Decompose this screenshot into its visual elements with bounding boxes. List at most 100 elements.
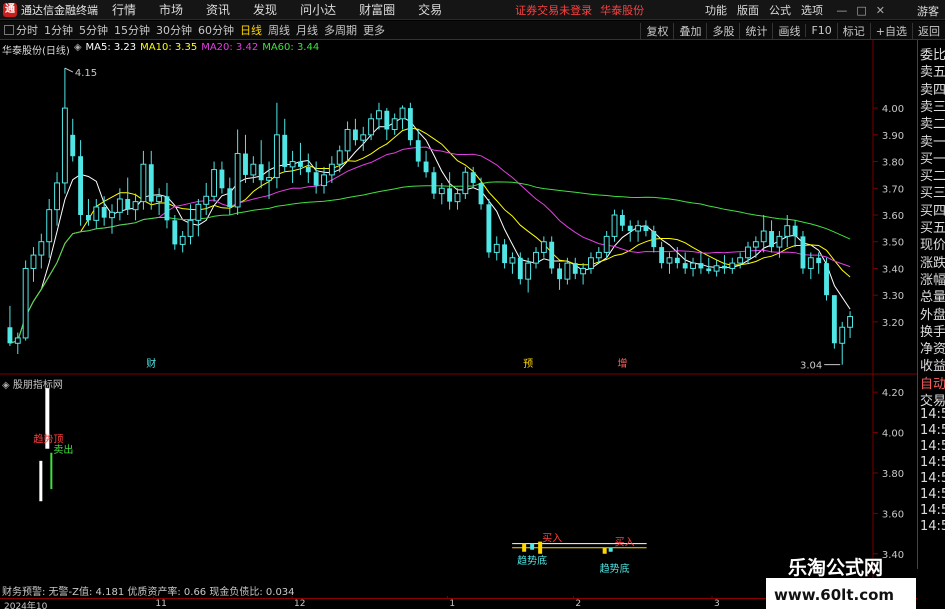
side-panel-label[interactable]: 总量	[920, 286, 945, 305]
side-panel-label[interactable]: 14:56	[920, 519, 945, 534]
side-panel-label[interactable]: 买三	[920, 182, 945, 201]
period-tab-60min[interactable]: 60分钟	[198, 22, 234, 38]
side-panel-label[interactable]: 现价	[920, 234, 945, 253]
period-tab-timeshare[interactable]: 分时	[16, 22, 38, 38]
tool-overlay[interactable]: 叠加	[673, 22, 706, 39]
side-panel-label[interactable]: 卖三	[920, 96, 945, 115]
minimize-icon[interactable]: —	[836, 4, 847, 17]
quote-side-panel: 委比 卖五 卖四 卖三 卖二 卖一 买一 买二 买三 买四 买五 现价 涨跌 涨幅 总量 外盘 换手 净资 收益 自动…	[917, 40, 945, 569]
panel-toggle-icon[interactable]	[4, 25, 14, 35]
period-tab-multi[interactable]: 多周期	[324, 22, 357, 38]
side-panel-label[interactable]: 14:56	[920, 487, 945, 502]
side-panel-label[interactable]: 买五	[920, 217, 945, 236]
close-icon[interactable]: ✕	[876, 4, 885, 17]
indicator-signal-label: 买入	[615, 537, 635, 549]
indicator-tick-label: 4.00	[882, 429, 904, 440]
candle-body	[298, 161, 303, 167]
side-panel-label[interactable]: 14:56	[920, 439, 945, 454]
side-panel-label[interactable]: 买二	[920, 165, 945, 184]
price-tick-label: 3.90	[882, 131, 904, 142]
ma-settings-icon[interactable]: ◈	[74, 42, 82, 57]
menu-item-ask[interactable]: 问小达	[300, 1, 336, 18]
side-panel-label[interactable]: 净资	[920, 338, 945, 357]
indicator-bar	[522, 543, 527, 552]
chart-canvas[interactable]: 4.00 3.90 3.80 3.70 3.60 3.50 3.40 3.30 3.20 4.20…	[0, 40, 917, 598]
side-panel-label[interactable]: 14:55	[920, 423, 945, 438]
side-panel-label[interactable]: 14:55	[920, 407, 945, 422]
tool-mark[interactable]: 标记	[836, 22, 870, 39]
menu-item-discover[interactable]: 发现	[253, 1, 277, 18]
menu-item-layout[interactable]: 版面	[737, 2, 759, 18]
indicator-tick-label: 4.20	[882, 388, 904, 399]
tool-stats[interactable]: 统计	[739, 22, 772, 39]
side-panel-label[interactable]: 外盘	[920, 304, 945, 323]
period-tab-15min[interactable]: 15分钟	[114, 22, 150, 38]
side-panel-label[interactable]: 涨幅	[920, 269, 945, 288]
guest-user[interactable]: 游客	[917, 3, 939, 19]
candle-body	[792, 225, 798, 237]
side-panel-label[interactable]: 买四	[920, 200, 945, 219]
side-panel-label[interactable]: 收益	[920, 355, 945, 374]
indicator-settings-icon[interactable]: ◈	[2, 380, 13, 391]
ma5-value: MA5: 3.23	[85, 42, 137, 53]
candle-body	[203, 195, 210, 205]
candle-body	[46, 209, 53, 243]
side-panel-label[interactable]: 14:56	[920, 503, 945, 518]
candle-body	[282, 134, 288, 167]
period-tab-30min[interactable]: 30分钟	[156, 22, 192, 38]
side-panel-label[interactable]: 涨跌	[920, 252, 945, 271]
side-panel-label[interactable]: 换手	[920, 321, 945, 340]
indicator-bar	[608, 547, 613, 552]
tool-multi-stock[interactable]: 多股	[706, 22, 739, 39]
maximize-icon[interactable]: □	[856, 4, 866, 17]
candle-body	[289, 161, 296, 168]
tool-f10[interactable]: F10	[805, 24, 836, 37]
indicator-title[interactable]: ◈ 股朋指标网	[2, 376, 63, 391]
chart-tools: 复权 叠加 多股 统计 画线 F10 标记 +自选 返回	[640, 21, 945, 40]
menu-item-news[interactable]: 资讯	[206, 1, 230, 18]
candle-body	[391, 118, 398, 130]
side-panel-label[interactable]: 委比	[920, 44, 945, 63]
menu-item-market[interactable]: 市场	[159, 1, 183, 18]
menu-item-function[interactable]: 功能	[705, 2, 727, 18]
stock-name-label[interactable]: 华泰股份(日线)	[2, 42, 70, 57]
side-panel-label[interactable]: 交易	[920, 390, 945, 409]
side-panel-label[interactable]: 卖一	[920, 131, 945, 150]
period-tab-weekly[interactable]: 周线	[268, 22, 290, 38]
period-tab-daily[interactable]: 日线	[240, 22, 262, 38]
menu-item-formula[interactable]: 公式	[769, 2, 791, 18]
period-tab-1min[interactable]: 1分钟	[44, 22, 73, 38]
period-tab-monthly[interactable]: 月线	[296, 22, 318, 38]
event-marker[interactable]: 预	[523, 358, 533, 370]
side-panel-label[interactable]: 14:56	[920, 471, 945, 486]
broker-name[interactable]: 华泰股份	[600, 2, 644, 18]
menu-item-wealth[interactable]: 财富圈	[359, 1, 395, 18]
tool-back[interactable]: 返回	[912, 22, 945, 39]
date-tick-label: 2024年10	[4, 602, 48, 609]
side-panel-label[interactable]: 14:56	[920, 455, 945, 470]
candle-body	[273, 134, 280, 179]
event-marker[interactable]: 财	[146, 357, 156, 370]
side-panel-label[interactable]: 卖五	[920, 61, 945, 80]
side-panel-label[interactable]: 卖四	[920, 79, 945, 98]
trade-login-status[interactable]: 证券交易未登录	[515, 2, 592, 18]
tool-add-watchlist[interactable]: +自选	[869, 22, 912, 39]
tool-draw[interactable]: 画线	[772, 22, 805, 39]
period-tab-5min[interactable]: 5分钟	[79, 22, 108, 38]
menu-item-options[interactable]: 选项	[801, 2, 823, 18]
candle-body	[839, 326, 846, 344]
event-marker[interactable]: 增	[617, 357, 627, 370]
menu-item-trade[interactable]: 交易	[418, 1, 442, 18]
candle-body	[502, 244, 508, 264]
period-tab-more[interactable]: 更多	[363, 22, 385, 38]
side-panel-label[interactable]: 自动	[920, 373, 945, 392]
candle-body	[415, 140, 421, 162]
candle-body	[722, 265, 727, 269]
candle-body	[831, 295, 837, 344]
indicator-tick-label: 3.40	[882, 550, 904, 561]
price-tick-label: 3.60	[882, 211, 904, 222]
tool-adjust[interactable]: 复权	[640, 22, 673, 39]
side-panel-label[interactable]: 卖二	[920, 113, 945, 132]
menu-item-quotes[interactable]: 行情	[112, 1, 136, 18]
side-panel-label[interactable]: 买一	[920, 148, 945, 167]
